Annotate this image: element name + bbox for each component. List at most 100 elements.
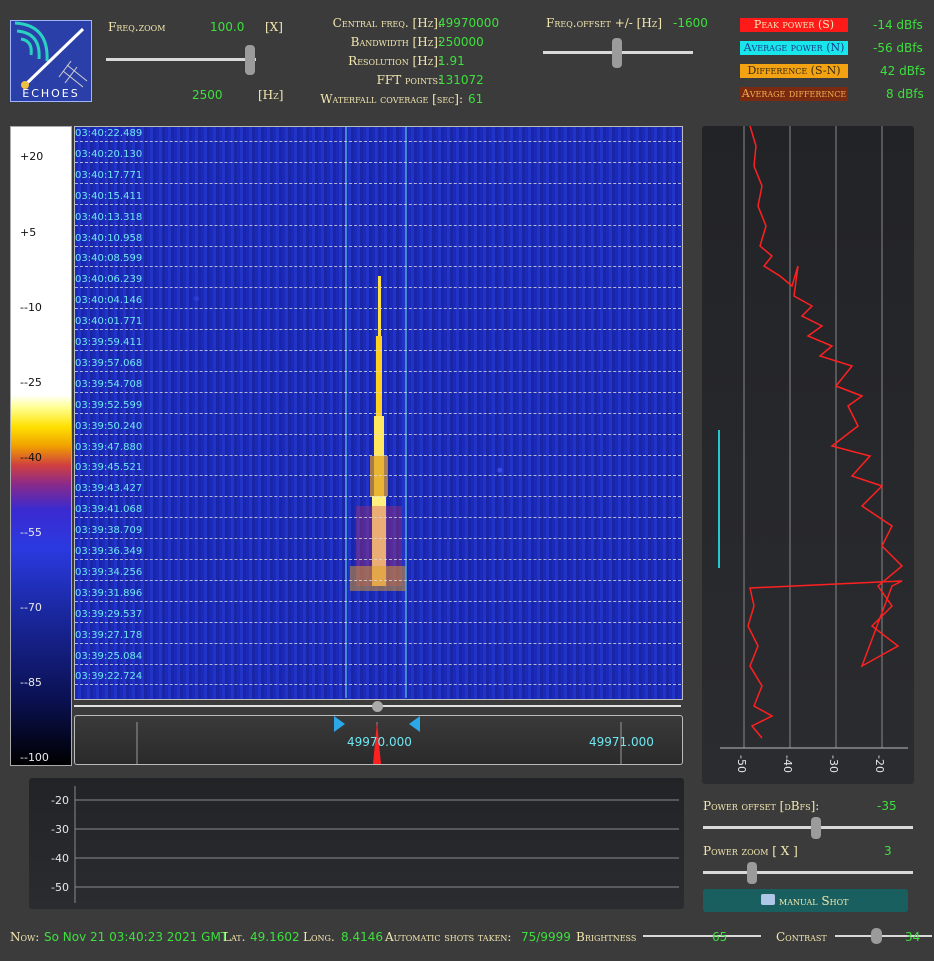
waterfall-timestamp: 03:39:22.724 [75,671,143,683]
waterfall-timestamp: 03:39:29.537 [75,608,143,620]
contrast-label: Contrast [776,930,827,944]
waterfall-gridline [75,245,681,247]
freq-zoom-label: Freq.zoom [108,20,166,34]
waterfall-timestamp: 03:39:43.427 [75,483,143,495]
average-power-value: -56 dBfs [873,41,923,55]
power-zoom-label: Power zoom [ X ] [703,844,798,858]
echoes-logo: ECHOES [10,20,92,102]
waterfall-timestamp: 03:39:52.599 [75,399,143,411]
waterfall-timestamp: 03:39:25.084 [75,650,143,662]
freq-label-right: 49971.000 [589,735,654,749]
power-offset-slider-handle[interactable] [811,817,821,839]
difference-value: 42 dBfs [880,64,926,78]
contrast-slider-handle[interactable] [871,928,882,944]
marker-right-icon[interactable] [409,716,420,732]
waterfall-timestamp: 03:39:59.411 [75,337,143,348]
waterfall-gridline [75,350,681,351]
waterfall-gridline [75,496,681,498]
waterfall-timestamp: 03:39:31.896 [75,587,143,599]
waterfall-timestamp: 03:40:20.130 [75,148,143,160]
waterfall-timestamp: 03:39:45.521 [75,462,143,474]
logo-text: ECHOES [22,87,80,100]
power-zoom-slider[interactable] [703,871,913,874]
now-label: Now: [10,930,40,944]
waterfall-coverage-label: Waterfall coverage [sec]: [320,92,463,106]
colorbar-tick: --70 [20,601,42,614]
colorbar-tick: --55 [20,526,42,539]
freq-offset-slider-handle[interactable] [612,38,622,68]
waterfall-timestamp: 03:40:08.599 [75,253,143,265]
freq-zoom-hz-unit: [Hz] [258,88,284,102]
power-axis-label: -50 [735,755,748,773]
lat-label: Lat. [223,930,246,944]
peak-power-value: -14 dBfs [873,18,923,32]
brightness-value: 65 [712,930,728,944]
waterfall-gridline [75,308,681,310]
colorbar-tick: --40 [20,451,42,464]
waterfall-gridline [75,517,681,519]
freq-offset-value: -1600 [673,16,708,30]
average-power-badge: Average power (N) [740,41,848,55]
bottom-axis-label: -20 [51,794,69,807]
power-zoom-slider-handle[interactable] [747,862,757,884]
waterfall-timestamp: 03:39:47.880 [75,441,143,453]
waterfall-timestamp: 03:40:13.318 [75,211,143,223]
waterfall-gridline [75,182,681,184]
waterfall-timestamp: 03:39:27.178 [75,629,143,641]
waterfall-timestamp: 03:40:17.771 [75,169,143,181]
waterfall-gridline [75,454,681,456]
waterfall-timestamp: 03:40:15.411 [75,190,143,202]
waterfall-gridline [75,161,681,163]
waterfall-gridline [75,600,681,602]
freq-offset-label: Freq.offset +/- [Hz] [546,16,663,30]
bottom-axis-label: -50 [51,881,69,894]
resolution-label: Resolution [Hz]: [348,54,442,68]
waterfall-scrollbar-handle[interactable] [372,701,383,712]
colorbar-tick: +20 [20,150,44,163]
waterfall-gridline [75,203,681,205]
shots-value: 75/9999 [521,930,571,944]
waterfall-timestamp: 03:39:50.240 [75,420,143,432]
waterfall-gridline [75,475,681,477]
waterfall-timestamp: 03:40:06.239 [75,274,143,286]
waterfall-timestamp: 03:39:34.256 [75,566,143,578]
waterfall-timestamp: 03:39:41.068 [75,504,143,516]
colorbar-tick: +5 [20,226,37,239]
bandwidth-label: Bandwidth [Hz]: [350,35,442,49]
colorbar-tick: --10 [20,301,42,314]
waterfall-timestamp: 03:40:01.771 [75,316,143,328]
power-offset-label: Power offset [dBfs]: [703,799,820,813]
long-label: Long. [303,930,335,944]
freq-label-center: 49970.000 [347,735,412,749]
waterfall-gridline [75,391,681,393]
brightness-label: Brightness [576,930,637,944]
waterfall-gridline [75,684,681,686]
power-offset-value: -35 [877,799,897,813]
now-value: So Nov 21 03:40:23 2021 GMT [44,930,229,944]
marker-left-icon[interactable] [334,716,345,732]
waterfall-gridline [75,538,681,540]
brightness-slider[interactable] [643,935,761,937]
power-axis-label: -30 [827,755,840,773]
waterfall-timestamp: 03:40:22.489 [75,128,143,139]
colorbar-tick: --100 [20,751,49,764]
manual-shot-button[interactable]: manual Shot [703,889,908,912]
central-freq-label: Central freq. [Hz]: [332,16,442,30]
bottom-axis-label: -40 [51,852,69,865]
manual-shot-label: manual Shot [779,894,849,908]
freq-zoom-slider-handle[interactable] [245,45,255,75]
waterfall-gridline [75,141,681,142]
waterfall-timestamp: 03:39:57.068 [75,357,143,369]
bandwidth-value: 250000 [438,35,484,49]
power-offset-slider[interactable] [703,826,913,829]
freq-zoom-slider[interactable] [106,58,256,61]
waterfall-gridline [75,266,681,268]
waterfall-gridline [75,559,681,560]
waterfall-gridline [75,224,681,226]
power-plot-graph [718,126,908,749]
fft-points-value: 131072 [438,73,484,87]
average-difference-badge: Average difference [740,87,848,101]
waterfall-timestamp: 03:39:38.709 [75,525,143,537]
waterfall-timestamp: 03:39:54.708 [75,378,143,390]
waterfall-timestamp: 03:40:04.146 [75,295,143,307]
